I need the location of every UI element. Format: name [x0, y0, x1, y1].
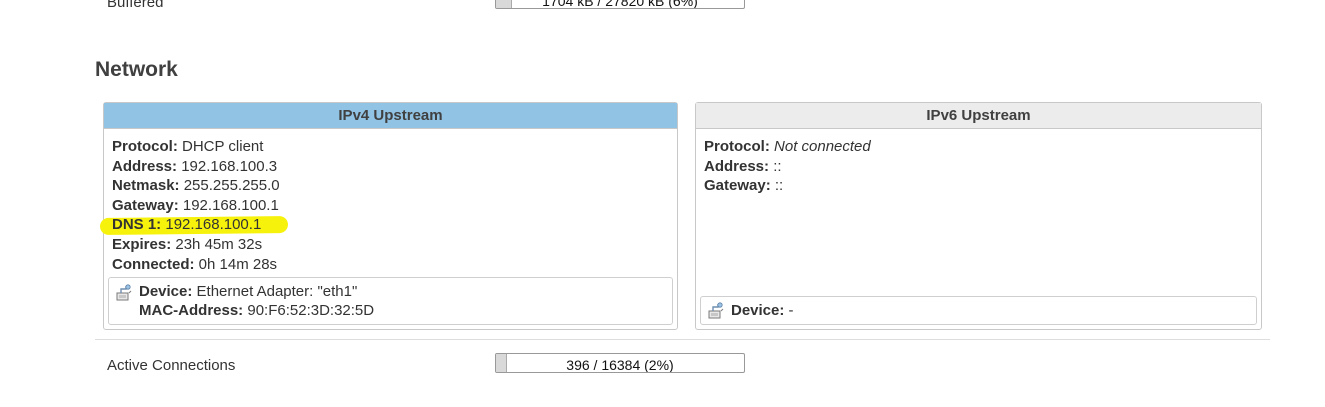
ipv6-address-row: Address: :: — [704, 157, 871, 177]
active-connections-progress-text: 396 / 16384 (2%) — [566, 357, 674, 373]
ipv4-mac-key: MAC-Address: — [139, 302, 244, 319]
ipv6-details: Protocol: Not connected Address: :: Gate… — [704, 137, 871, 196]
ipv4-device-lines: Device: Ethernet Adapter: "eth1" MAC-Add… — [139, 282, 374, 320]
active-connections-label: Active Connections — [107, 357, 236, 374]
ipv6-device-box: Device: - — [700, 296, 1257, 325]
ipv6-protocol-row: Protocol: Not connected — [704, 137, 871, 157]
ipv4-details: Protocol: DHCP client Address: 192.168.1… — [99, 137, 289, 275]
ipv6-upstream-panel: IPv6 Upstream Protocol: Not connected Ad… — [695, 102, 1262, 330]
ipv6-protocol-key: Protocol: — [704, 138, 770, 155]
ipv4-device-row: Device: Ethernet Adapter: "eth1" — [139, 282, 374, 301]
ipv4-address-row: Address: 192.168.100.3 — [112, 157, 280, 177]
ipv4-address-value: 192.168.100.3 — [181, 157, 278, 175]
ipv4-dns1-value: 192.168.100.1 — [165, 216, 262, 234]
section-divider — [95, 339, 1270, 340]
ipv6-address-key: Address: — [704, 157, 770, 175]
network-device-icon — [116, 284, 132, 301]
ipv4-gateway-row: Gateway: 192.168.100.1 — [112, 196, 280, 216]
ipv4-device-key: Device: — [139, 283, 193, 300]
ipv4-upstream-panel: IPv4 Upstream Protocol: DHCP client Addr… — [99, 102, 678, 330]
ipv6-address-value: :: — [773, 157, 782, 175]
ipv4-connected-value: 0h 14m 28s — [198, 255, 278, 273]
ipv4-expires-key: Expires: — [112, 235, 172, 253]
ipv6-protocol-value: Not connected — [774, 138, 871, 155]
ipv4-gateway-key: Gateway: — [112, 196, 179, 214]
ipv6-device-value: - — [788, 302, 794, 319]
ipv4-dns1-key: DNS 1: — [112, 216, 162, 234]
buffered-progress-bar: 1704 kB / 27820 kB (6%) — [495, 0, 745, 9]
ipv4-device-box: Device: Ethernet Adapter: "eth1" MAC-Add… — [108, 277, 673, 325]
ipv4-dns1-row: DNS 1: 192.168.100.1 — [99, 215, 289, 236]
ipv4-connected-row: Connected: 0h 14m 28s — [112, 255, 280, 275]
ipv4-netmask-row: Netmask: 255.255.255.0 — [112, 176, 280, 196]
buffered-label: Buffered — [107, 0, 164, 11]
ipv6-device-lines: Device: - — [731, 301, 794, 320]
active-connections-progress-bar: 396 / 16384 (2%) — [495, 353, 745, 373]
ipv4-protocol-row: Protocol: DHCP client — [112, 137, 280, 157]
buffered-progress-text: 1704 kB / 27820 kB (6%) — [542, 0, 698, 9]
ipv4-address-key: Address: — [112, 157, 178, 175]
network-device-icon — [708, 302, 724, 319]
ipv4-expires-row: Expires: 23h 45m 32s — [112, 235, 280, 255]
ipv4-protocol-value: DHCP client — [182, 138, 264, 155]
ipv6-device-key: Device: — [731, 302, 785, 319]
ipv4-mac-row: MAC-Address: 90:F6:52:3D:32:5D — [139, 301, 374, 320]
ipv4-expires-value: 23h 45m 32s — [175, 235, 263, 253]
ipv4-connected-key: Connected: — [112, 255, 195, 273]
ipv4-mac-value: 90:F6:52:3D:32:5D — [247, 302, 375, 319]
ipv6-gateway-value: :: — [774, 177, 784, 195]
ipv4-device-value: Ethernet Adapter: "eth1" — [196, 283, 358, 300]
ipv6-device-row: Device: - — [731, 301, 794, 320]
ipv4-netmask-value: 255.255.255.0 — [183, 177, 280, 195]
ipv6-upstream-header: IPv6 Upstream — [696, 103, 1261, 129]
ipv6-gateway-row: Gateway: :: — [704, 176, 871, 196]
section-title-network: Network — [95, 58, 178, 81]
ipv4-netmask-key: Netmask: — [112, 177, 180, 195]
ipv4-protocol-key: Protocol: — [112, 138, 178, 155]
ipv4-upstream-header: IPv4 Upstream — [104, 103, 677, 129]
ipv4-gateway-value: 192.168.100.1 — [182, 196, 279, 214]
ipv6-gateway-key: Gateway: — [704, 177, 771, 195]
